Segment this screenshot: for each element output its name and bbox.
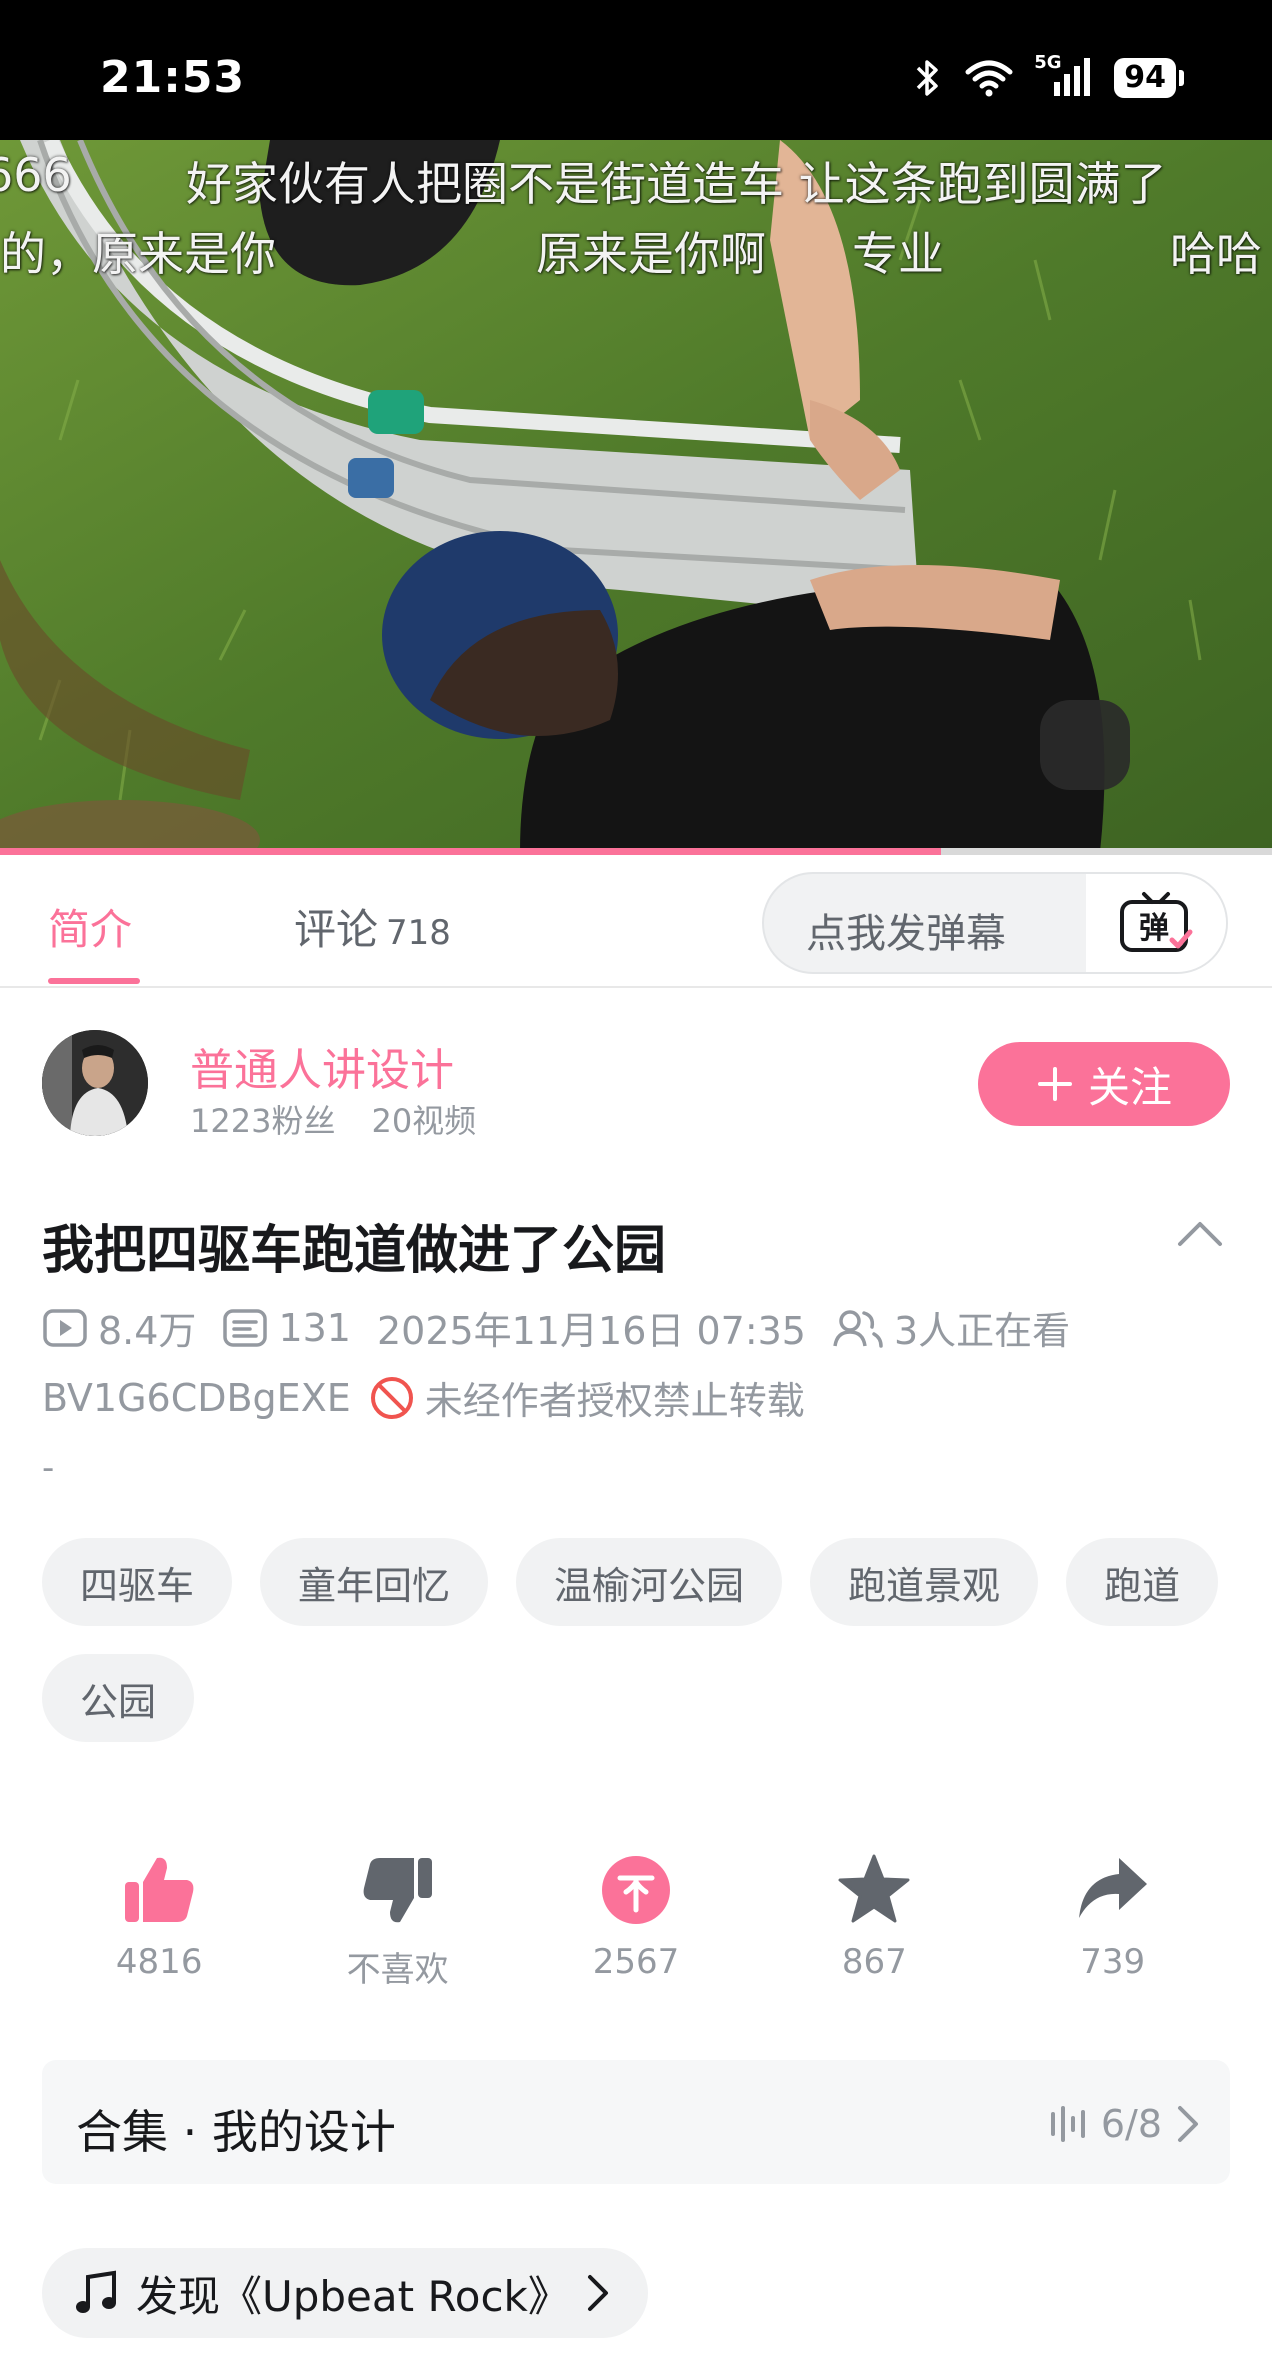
bluetooth-icon bbox=[917, 60, 938, 96]
tab-bar: 简介 评论 718 点我发弹幕 弹 bbox=[0, 856, 1272, 988]
watching-icon bbox=[833, 1309, 883, 1348]
tab-comments[interactable]: 评论 718 bbox=[294, 896, 451, 957]
danmaku-input[interactable]: 点我发弹幕 弹 bbox=[762, 872, 1228, 974]
coin-icon bbox=[601, 1856, 670, 1924]
danmaku-message: 哈哈 bbox=[1170, 227, 1262, 281]
author-name[interactable]: 普通人讲设计 bbox=[190, 1034, 454, 1098]
video-description: - bbox=[42, 1448, 55, 1488]
cellular-signal: 5G bbox=[1034, 52, 1092, 100]
chevron-right-icon bbox=[1178, 2106, 1198, 2142]
follow-button[interactable]: 关注 bbox=[978, 1042, 1230, 1126]
collection-title: 合集 · 我的设计 bbox=[76, 2105, 396, 2159]
video-title: 我把四驱车跑道做进了公园 bbox=[42, 1221, 667, 1281]
music-chip[interactable]: 发现《Upbeat Rock》 bbox=[42, 2248, 648, 2338]
battery-indicator: 94 bbox=[1114, 58, 1184, 98]
dislike-button[interactable]: 不喜欢 bbox=[278, 1852, 516, 1991]
publish-time: 2025年11月16日 07:35 bbox=[376, 1309, 806, 1353]
favorite-button[interactable]: 867 bbox=[755, 1852, 993, 1991]
danmaku-message: 原来是你啊 bbox=[536, 227, 766, 281]
danmaku-toggle-button[interactable]: 弹 bbox=[1086, 874, 1226, 972]
danmaku-message: 666 bbox=[0, 148, 72, 202]
playlist-bars-icon bbox=[1050, 2106, 1085, 2142]
danmaku-message: 好家伙有人把圈不是街道造车 让这条跑到圆满了 bbox=[186, 157, 1167, 211]
danmaku-icon: 弹 bbox=[1120, 892, 1193, 952]
tab-active-indicator bbox=[48, 978, 140, 984]
tag-chip[interactable]: 跑道 bbox=[1066, 1538, 1219, 1626]
danmaku-input-placeholder: 点我发弹幕 bbox=[806, 911, 1006, 957]
like-count: 4816 bbox=[115, 1942, 203, 1982]
share-count: 739 bbox=[1080, 1942, 1146, 1982]
collection-progress: 6/8 bbox=[1047, 2102, 1200, 2146]
author-videos: 20视频 bbox=[371, 1102, 477, 1140]
status-time: 21:53 bbox=[100, 52, 246, 103]
signal-icon bbox=[1054, 58, 1091, 96]
collection-position: 6/8 bbox=[1100, 2102, 1162, 2146]
watching-count: 3人正在看 bbox=[893, 1309, 1071, 1353]
coin-count: 2567 bbox=[592, 1942, 680, 1982]
action-bar: 4816 不喜欢 2567 867 739 bbox=[40, 1852, 1232, 1991]
music-note-icon bbox=[76, 2270, 116, 2313]
wifi-icon bbox=[965, 60, 1013, 97]
thumbs-up-icon bbox=[125, 1857, 194, 1922]
play-count-icon bbox=[43, 1308, 87, 1347]
danmaku-icon-glyph: 弹 bbox=[1139, 911, 1169, 946]
tag-list: 四驱车 童年回忆 温榆河公园 跑道景观 跑道公园 bbox=[42, 1538, 1232, 1742]
video-player[interactable]: 666 好家伙有人把圈不是街道造车 让这条跑到圆满了的，原来是你 原来是你啊 专业 哈哈 bbox=[0, 140, 1272, 852]
comments-count: 718 bbox=[386, 913, 451, 953]
tag-chip[interactable]: 温榆河公园 bbox=[516, 1538, 783, 1626]
video-progress-fill bbox=[0, 848, 942, 855]
like-button[interactable]: 4816 bbox=[40, 1852, 278, 1991]
danmaku-count-icon bbox=[223, 1308, 268, 1347]
share-icon bbox=[1078, 1858, 1147, 1918]
chevron-up-icon[interactable] bbox=[1176, 1218, 1224, 1248]
dislike-label: 不喜欢 bbox=[346, 1950, 449, 1990]
video-stats-row: 8.4万 131 2025年11月16日 07:35 3人正在看 bbox=[42, 1300, 1070, 1355]
view-count: 8.4万 bbox=[98, 1309, 197, 1353]
favorite-count: 867 bbox=[841, 1942, 907, 1982]
tab-intro[interactable]: 简介 bbox=[48, 896, 132, 957]
tag-chip[interactable]: 公园 bbox=[42, 1654, 195, 1742]
danmaku-count: 131 bbox=[278, 1305, 351, 1350]
music-label: 发现《Upbeat Rock》 bbox=[136, 2271, 570, 2321]
chevron-right-icon bbox=[587, 2275, 608, 2311]
no-repost-icon bbox=[370, 1376, 413, 1419]
author-fans: 1223粉丝 bbox=[190, 1102, 336, 1140]
author-stats: 1223粉丝 20视频 bbox=[190, 1096, 476, 1142]
star-icon bbox=[838, 1854, 910, 1923]
follow-label: 关注 bbox=[1087, 1062, 1172, 1112]
plus-icon bbox=[1037, 1067, 1072, 1101]
tag-chip[interactable]: 童年回忆 bbox=[260, 1538, 489, 1626]
share-button[interactable]: 739 bbox=[994, 1852, 1232, 1991]
copyright-notice: 未经作者授权禁止转载 bbox=[424, 1379, 805, 1423]
danmaku-message: 的，原来是你 bbox=[0, 227, 276, 281]
status-icons: 5G 94 bbox=[914, 52, 1184, 100]
status-bar: 21:53 5G 94 bbox=[0, 0, 1272, 140]
collection-card[interactable]: 合集 · 我的设计 6/8 bbox=[42, 2060, 1230, 2184]
video-id-row: BV1G6CDBgEXE 未经作者授权禁止转载 bbox=[42, 1370, 805, 1425]
tag-chip[interactable]: 四驱车 bbox=[42, 1538, 233, 1626]
coin-button[interactable]: 2567 bbox=[517, 1852, 755, 1991]
tag-chip[interactable]: 跑道景观 bbox=[810, 1538, 1039, 1626]
author-avatar[interactable] bbox=[42, 1030, 148, 1136]
thumbs-down-icon bbox=[363, 1858, 432, 1923]
bvid[interactable]: BV1G6CDBgEXE bbox=[42, 1376, 351, 1420]
danmaku-message: 专业 bbox=[852, 227, 944, 281]
tab-comments-label: 评论 bbox=[294, 905, 379, 954]
